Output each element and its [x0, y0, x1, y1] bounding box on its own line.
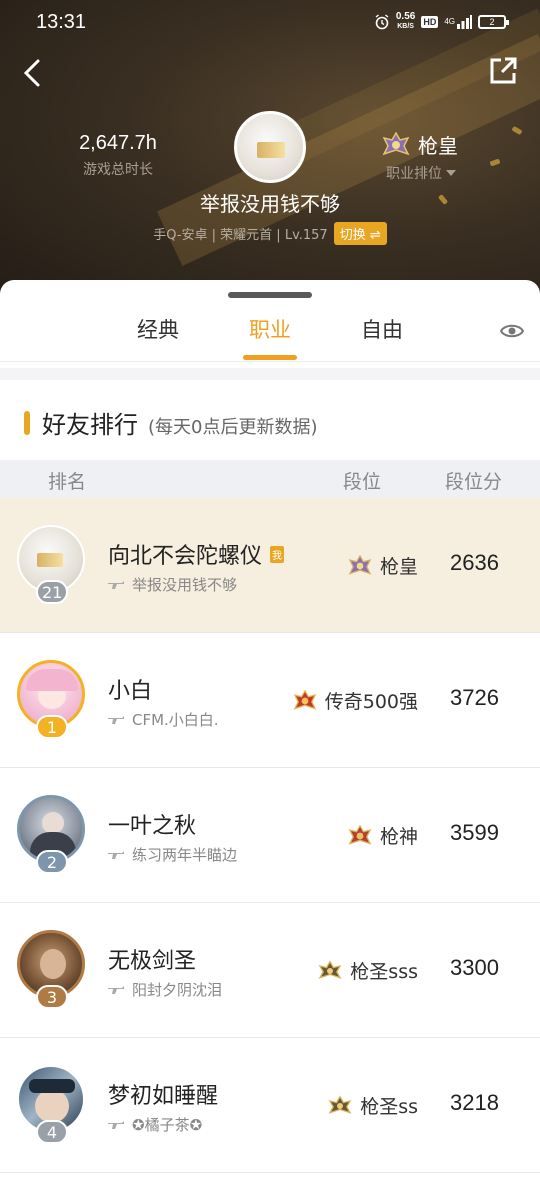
chevron-left-icon	[23, 59, 40, 87]
tab-pro[interactable]: 职业	[230, 314, 310, 360]
tier-gunsaint-icon	[318, 959, 342, 979]
share-button[interactable]	[488, 56, 518, 86]
drag-handle[interactable]	[228, 292, 312, 298]
share-icon	[490, 57, 517, 84]
friend-name: 一叶之秋	[108, 814, 197, 839]
tier-gunking-icon	[348, 554, 372, 575]
tier-gunsaint-icon	[328, 1094, 352, 1114]
table-row[interactable]: 3 无极剑圣 阳封夕阴沈泪 枪圣sss 3300	[0, 903, 540, 1038]
tab-classic[interactable]: 经典	[118, 314, 198, 360]
rank-badge: 2	[36, 850, 68, 874]
profile-avatar[interactable]	[234, 111, 306, 183]
column-header: 排名 段位 段位分	[0, 460, 540, 498]
player-info: 手Q-安卓 | 荣耀元首 | Lv.157 切换 ⇌	[0, 222, 540, 245]
col-tier: 段位	[343, 471, 382, 493]
signal-icon: 4G	[444, 14, 472, 29]
tier-gungod-icon	[348, 824, 372, 845]
mode-tabs: 经典 职业 自由	[0, 314, 540, 360]
friend-name: 小白	[108, 679, 153, 704]
tier-score: 3599	[450, 820, 499, 845]
player-sub-info: 手Q-安卓 | 荣耀元首 | Lv.157	[153, 228, 328, 243]
friend-name: 无极剑圣	[108, 949, 197, 974]
tier-score: 2636	[450, 550, 499, 575]
tier: 枪圣ss	[328, 1092, 418, 1119]
tier-name: 传奇500强	[324, 691, 418, 713]
rank-badge: 3	[36, 985, 68, 1009]
eye-icon	[499, 324, 525, 338]
player-name: 举报没用钱不够	[200, 192, 340, 216]
status-time: 13:31	[36, 11, 87, 33]
table-row[interactable]: 21 向北不会陀螺仪 我 举报没用钱不够 枪皇 2636	[0, 498, 540, 633]
tier-score: 3300	[450, 955, 499, 980]
tier-name: 枪神	[379, 826, 418, 848]
gun-icon	[108, 850, 124, 859]
battery-icon: 2	[478, 14, 509, 29]
total-hours: 2,647.7h 游戏总时长	[70, 132, 166, 179]
rank-badge: 21	[36, 580, 69, 604]
friend-game-name: CFM.小白白.	[132, 711, 219, 729]
caret-down-icon	[446, 170, 456, 176]
table-row[interactable]: 4 梦初如睡醒 ✪橘子茶✪ 枪圣ss 3218	[0, 1038, 540, 1173]
friend-name: 梦初如睡醒	[108, 1084, 219, 1109]
hours-value: 2,647.7h	[79, 132, 157, 154]
tab-indicator	[243, 355, 297, 360]
tier: 枪圣sss	[318, 957, 418, 984]
friend-ranking-list: 21 向北不会陀螺仪 我 举报没用钱不够 枪皇 2636 1 小白 CFM.小白…	[0, 498, 540, 1173]
friend-game-name: 阳封夕阴沈泪	[132, 981, 223, 999]
table-row[interactable]: 1 小白 CFM.小白白. 传奇500强 3726	[0, 633, 540, 768]
alarm-icon	[374, 13, 390, 30]
tier-legend-icon	[293, 689, 317, 710]
tier-score: 3726	[450, 685, 499, 710]
gun-icon	[108, 715, 124, 724]
profile-header: 13:31 0.56 KB/S HD 4G 2 2,647.7h 游戏总时长 枪…	[0, 0, 540, 300]
tier-name: 枪皇	[379, 556, 418, 578]
gun-icon	[108, 580, 124, 589]
net-speed: 0.56 KB/S	[395, 11, 416, 31]
gun-icon	[108, 1120, 124, 1129]
section-note: (每天0点后更新数据)	[148, 417, 318, 438]
tier: 枪神	[348, 822, 418, 849]
tier: 传奇500强	[293, 687, 418, 714]
back-button[interactable]	[18, 58, 48, 88]
col-score: 段位分	[445, 471, 503, 493]
tier-name: 枪圣ss	[360, 1096, 418, 1118]
friend-game-name: ✪橘子茶✪	[132, 1116, 203, 1134]
friend-game-name: 举报没用钱不够	[132, 576, 238, 594]
gun-icon	[108, 985, 124, 994]
hd-icon: HD	[421, 15, 439, 28]
friend-name: 向北不会陀螺仪	[108, 544, 263, 569]
section-header: 好友排行 (每天0点后更新数据)	[24, 405, 318, 440]
tier-name: 枪圣sss	[350, 961, 418, 983]
friend-game-name: 练习两年半瞄边	[132, 846, 238, 864]
rank-badge: 1	[36, 715, 68, 739]
rank-caption: 职业排位	[386, 166, 442, 182]
me-tag: 我	[270, 545, 285, 563]
rank-dropdown[interactable]: 枪皇 职业排位	[382, 130, 482, 183]
rank-badge: 4	[36, 1120, 68, 1144]
leaderboard-sheet: 经典 职业 自由 好友排行 (每天0点后更新数据) 排名 段位 段位分 21 向…	[0, 280, 540, 1200]
status-bar: 13:31 0.56 KB/S HD 4G 2	[0, 0, 540, 48]
table-row[interactable]: 2 一叶之秋 练习两年半瞄边 枪神 3599	[0, 768, 540, 903]
rank-emblem-icon	[382, 131, 410, 155]
visibility-button[interactable]	[499, 320, 525, 342]
col-rank: 排名	[48, 471, 87, 493]
section-title: 好友排行	[42, 411, 138, 439]
hours-caption: 游戏总时长	[83, 162, 153, 178]
switch-button[interactable]: 切换 ⇌	[333, 222, 387, 245]
tab-free[interactable]: 自由	[342, 314, 422, 360]
rank-name: 枪皇	[418, 134, 458, 158]
tier: 枪皇	[348, 552, 418, 579]
tier-score: 3218	[450, 1090, 499, 1115]
